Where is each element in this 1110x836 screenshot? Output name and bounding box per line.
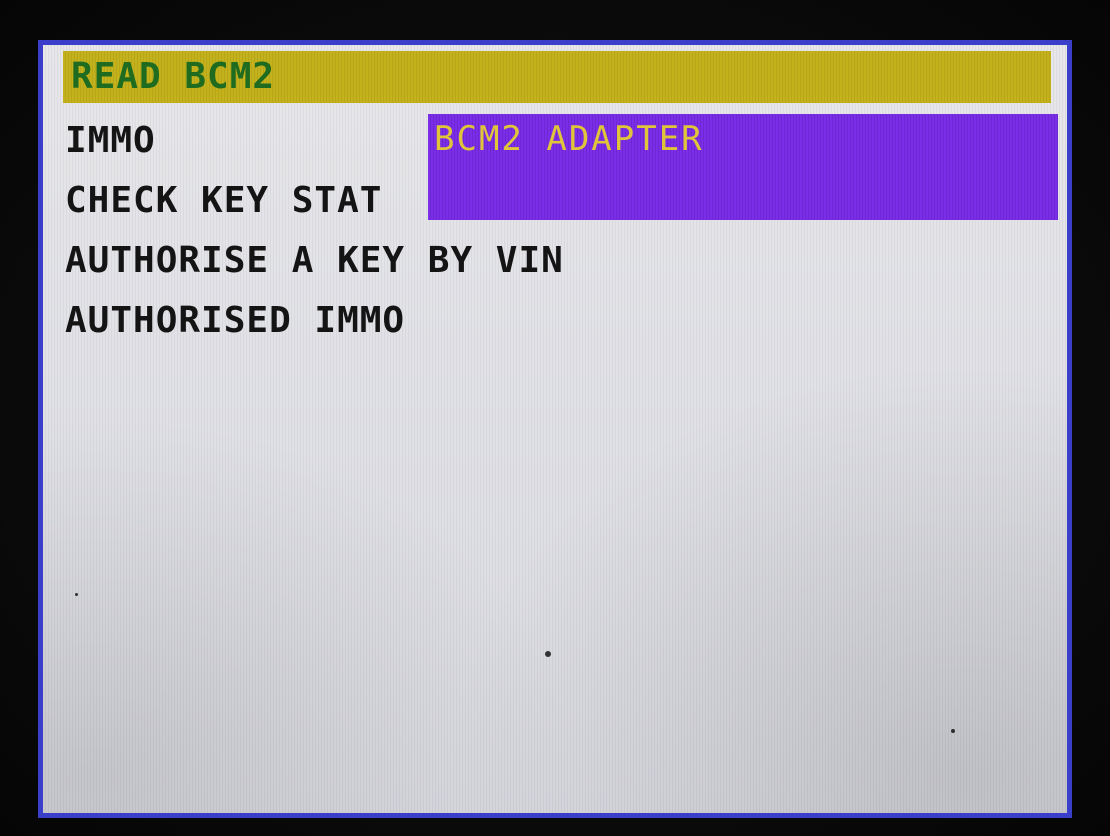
menu-item-authorise-key-by-vin[interactable]: AUTHORISE A KEY BY VIN [65,235,564,287]
adapter-popup: BCM2 ADAPTER [428,114,1058,220]
lcd-screen: READ BCM2 IMMO CHECK KEY STAT AUTHORISE … [38,40,1072,818]
screen-speck [75,593,78,596]
screen-speck [545,651,551,657]
popup-title: BCM2 ADAPTER [434,119,704,159]
menu-item-authorised-immo[interactable]: AUTHORISED IMMO [65,295,405,347]
menu-item-immo[interactable]: IMMO [65,115,156,167]
menu-item-check-key-stat[interactable]: CHECK KEY STAT [65,175,382,227]
device-bezel: READ BCM2 IMMO CHECK KEY STAT AUTHORISE … [0,0,1110,836]
menu-item-read-bcm2[interactable]: READ BCM2 [63,51,1051,103]
screen-speck [951,729,955,733]
